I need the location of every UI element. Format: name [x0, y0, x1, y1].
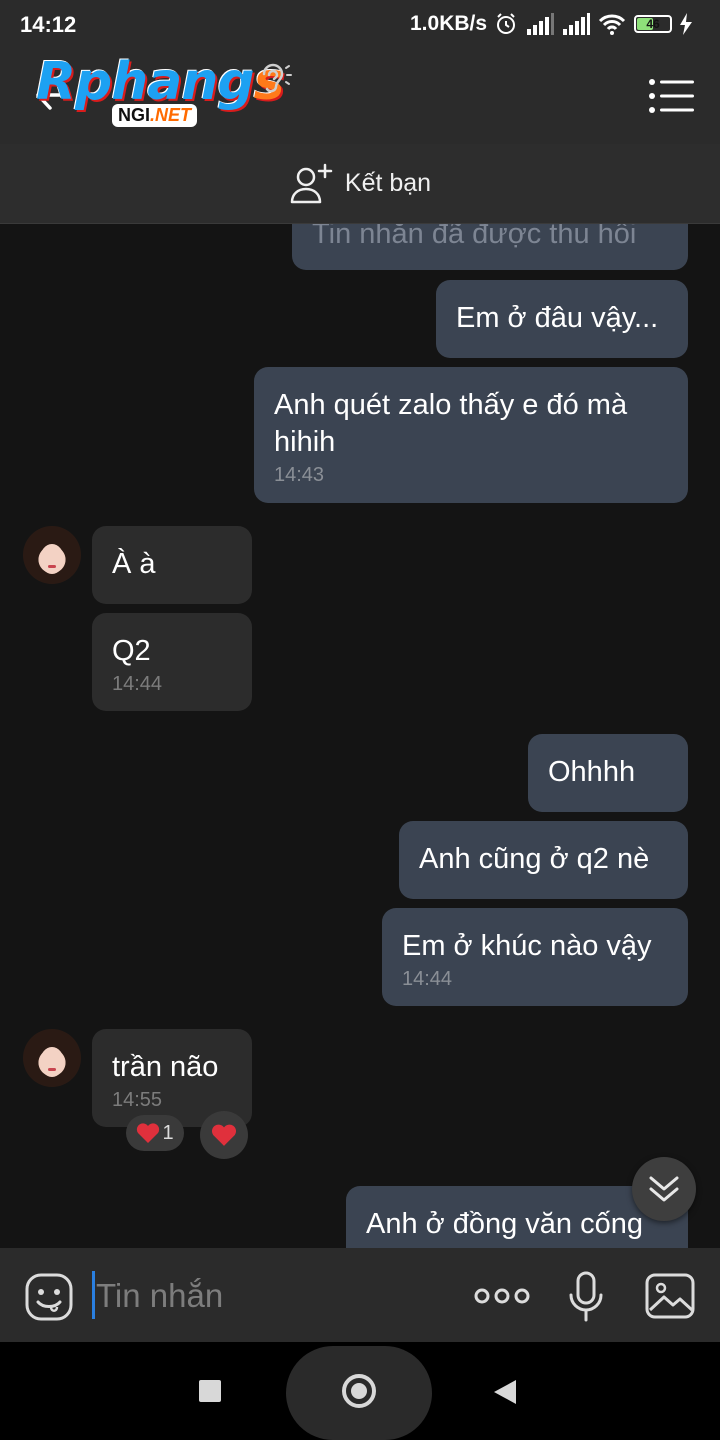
- charging-icon: [680, 13, 692, 35]
- add-user-icon: [290, 163, 333, 203]
- double-chevron-down-icon: [649, 1176, 679, 1202]
- status-bar: 14:12 1.0KB/s 46: [0, 0, 720, 48]
- heart-icon: [137, 1123, 160, 1143]
- image-icon: [645, 1273, 695, 1319]
- chat-header: Rphangs NGI.NET: [0, 48, 720, 144]
- react-heart-button[interactable]: [200, 1111, 248, 1159]
- message-time: 14:43: [274, 464, 325, 486]
- battery-level: 46: [646, 17, 660, 31]
- message-text: trần não: [112, 1051, 219, 1083]
- message-bubble-outgoing[interactable]: Em ở khúc nào vậy 14:44: [382, 908, 688, 1006]
- microphone-icon: [569, 1271, 603, 1322]
- watermark-logo: Rphangs NGI.NET: [36, 52, 285, 136]
- add-friend-label: Kết bạn: [344, 169, 432, 197]
- status-icons: 46: [494, 12, 692, 36]
- message-time: 14:44: [112, 673, 163, 695]
- message-bubble-outgoing[interactable]: Anh quét zalo thấy e đó mà hihih 14:43: [254, 367, 688, 503]
- recalled-message-text: Tin nhắn đã được thu hồi: [312, 224, 637, 250]
- message-bubble-incoming[interactable]: Q2 14:44: [92, 613, 252, 711]
- message-bubble-outgoing[interactable]: Ohhhh: [528, 734, 688, 812]
- message-composer: [0, 1248, 720, 1342]
- recent-apps-button[interactable]: [199, 1380, 221, 1402]
- wifi-icon: [598, 14, 626, 35]
- message-bubble-outgoing[interactable]: Anh cũng ở q2 nè: [399, 821, 688, 899]
- message-text: Anh cũng ở q2 nè: [419, 843, 650, 875]
- message-text: À à: [112, 548, 156, 580]
- logo-brand: Rphang: [36, 52, 255, 112]
- message-bubble-incoming[interactable]: À à: [92, 526, 252, 604]
- message-text: Q2: [112, 635, 151, 667]
- message-input[interactable]: [96, 1270, 456, 1322]
- reaction-count-badge[interactable]: 1: [126, 1115, 184, 1151]
- emoji-button[interactable]: [24, 1272, 74, 1322]
- signal-icon: [527, 13, 554, 35]
- contact-avatar[interactable]: [23, 1029, 81, 1087]
- logo-sub-left: NGI: [118, 105, 151, 125]
- message-bubble-outgoing[interactable]: Em ở đâu vậy...: [436, 280, 688, 358]
- message-text: Em ở đâu vậy...: [456, 302, 659, 334]
- ear-icon: [262, 63, 292, 93]
- more-dots-icon: [474, 1288, 530, 1304]
- message-text: Ohhhh: [548, 756, 636, 788]
- home-button[interactable]: [342, 1374, 376, 1408]
- message-time: 14:44: [402, 968, 453, 990]
- contact-avatar[interactable]: [23, 526, 81, 584]
- system-navigation-bar: [0, 1342, 720, 1440]
- heart-icon: [211, 1124, 237, 1146]
- send-image-button[interactable]: [644, 1272, 696, 1320]
- battery-icon: 46: [634, 15, 672, 33]
- message-text: Anh ở đồng văn cống: [366, 1208, 644, 1240]
- message-text: Em ở khúc nào vậy: [402, 930, 652, 962]
- scroll-to-bottom-button[interactable]: [632, 1157, 696, 1221]
- sticker-smiley-icon: [25, 1273, 73, 1321]
- list-menu-icon: [649, 79, 694, 113]
- more-options-button[interactable]: [474, 1278, 530, 1314]
- message-text-line: hihih: [274, 426, 336, 458]
- add-friend-button[interactable]: Kết bạn: [0, 144, 720, 224]
- logo-sub-right: .NET: [150, 105, 192, 125]
- voice-record-button[interactable]: [566, 1270, 606, 1324]
- reaction-count: 1: [162, 1121, 174, 1144]
- text-cursor: [92, 1271, 95, 1319]
- message-time: 14:55: [112, 1089, 163, 1111]
- status-time: 14:12: [20, 12, 77, 37]
- message-list[interactable]: Tin nhắn đã được thu hồi Em ở đâu vậy...…: [0, 224, 720, 1248]
- network-speed: 1.0KB/s: [410, 12, 488, 35]
- message-bubble-outgoing[interactable]: Tin nhắn đã được thu hồi: [292, 224, 688, 270]
- alarm-icon: [497, 13, 515, 34]
- signal-icon: [563, 13, 590, 35]
- message-text-line: Anh quét zalo thấy e đó mà: [274, 389, 628, 421]
- back-nav-button[interactable]: [494, 1380, 516, 1404]
- menu-button[interactable]: [648, 78, 696, 114]
